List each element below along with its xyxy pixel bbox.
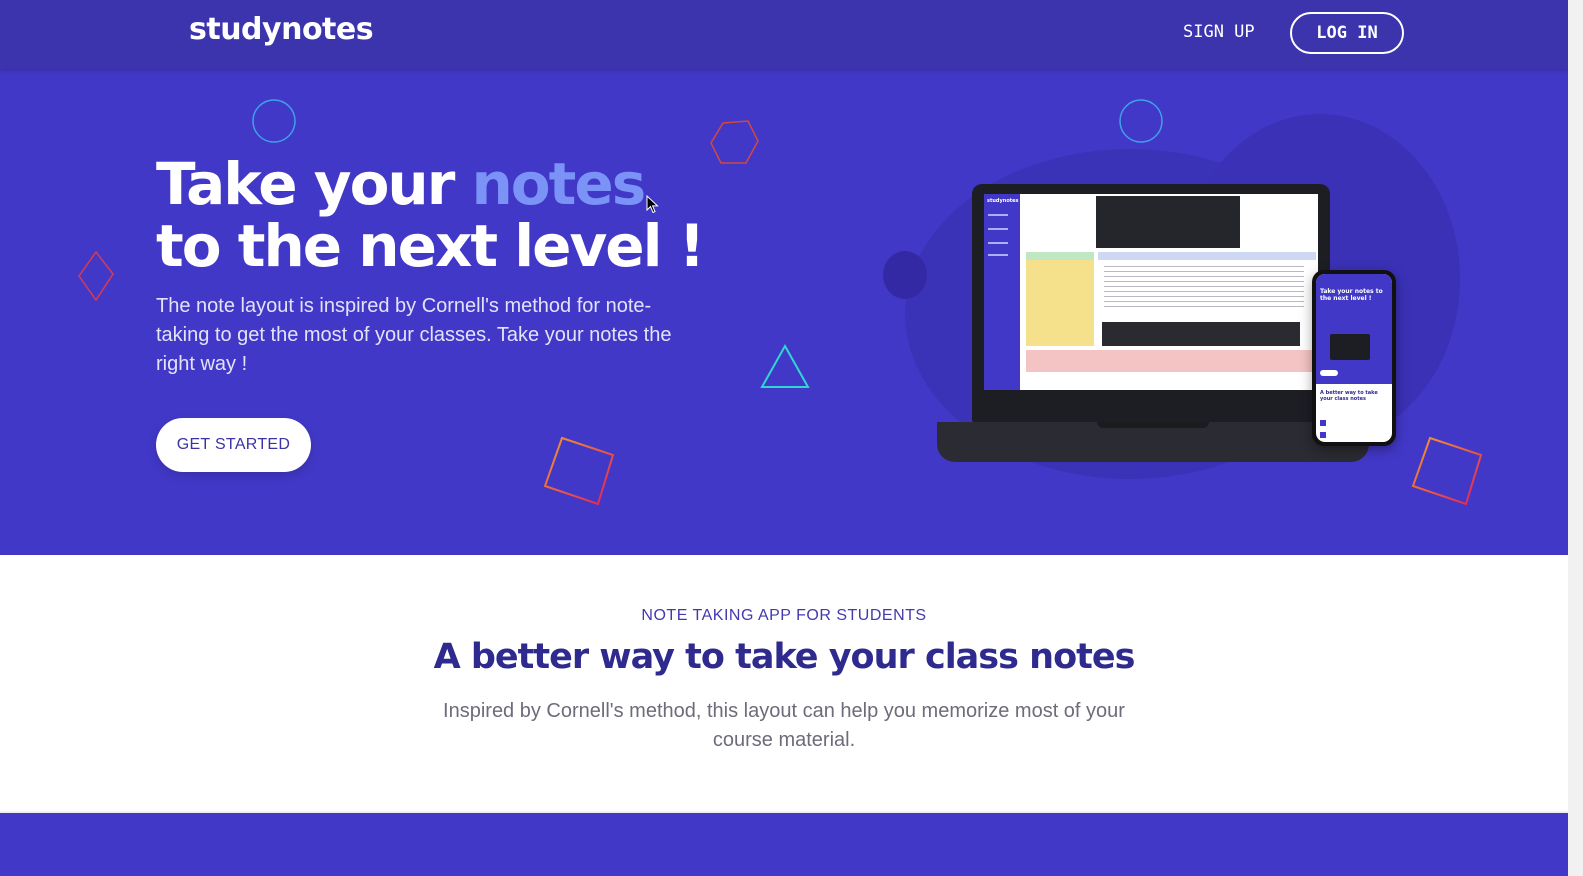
section-eyebrow: NOTE TAKING APP FOR STUDENTS bbox=[641, 607, 927, 624]
phone-feature-item bbox=[1320, 420, 1326, 426]
notes-header bbox=[1098, 252, 1316, 260]
phone-hero: Take your notes to the next level ! bbox=[1316, 274, 1392, 384]
phone-section-title: A better way to take your class notes bbox=[1320, 390, 1378, 402]
app-sidebar-logo: studynotes bbox=[987, 198, 1019, 204]
page: studynotes SIGN UP LOG IN Take your note… bbox=[0, 0, 1568, 876]
phone-mockup: Take your notes to the next level ! A be… bbox=[1312, 270, 1396, 446]
phone-screen: Take your notes to the next level ! A be… bbox=[1316, 274, 1392, 442]
hero-section: Take your notes to the next level ! The … bbox=[0, 69, 1568, 555]
phone-mini-button bbox=[1320, 370, 1338, 376]
video-panel bbox=[1096, 196, 1240, 248]
sidebar-line bbox=[988, 214, 1008, 216]
sidebar-line bbox=[988, 242, 1008, 244]
scrollbar[interactable] bbox=[1568, 0, 1583, 876]
brand-logo[interactable]: studynotes bbox=[189, 12, 374, 47]
mouse-cursor-icon bbox=[646, 195, 659, 214]
phone-feature-item bbox=[1320, 432, 1326, 438]
notes-text bbox=[1104, 266, 1304, 308]
code-block bbox=[1102, 322, 1300, 346]
section-title: A better way to take your class notes bbox=[433, 637, 1136, 677]
laptop-base bbox=[937, 422, 1369, 462]
cue-column-header bbox=[1026, 252, 1094, 260]
section-description: Inspired by Cornell's method, this layou… bbox=[443, 700, 1125, 751]
laptop-mockup: studynotes bbox=[972, 184, 1330, 422]
login-button[interactable]: LOG IN bbox=[1290, 12, 1404, 54]
phone-mini-laptop bbox=[1330, 334, 1370, 360]
sidebar-line bbox=[988, 254, 1008, 256]
summary-section bbox=[1026, 350, 1316, 372]
top-navbar: studynotes SIGN UP LOG IN bbox=[0, 0, 1568, 69]
features-intro-section: NOTE TAKING APP FOR STUDENTS A better wa… bbox=[0, 555, 1568, 813]
cue-column bbox=[1026, 252, 1094, 346]
signup-link[interactable]: SIGN UP bbox=[1183, 22, 1255, 42]
next-section bbox=[0, 810, 1568, 876]
app-sidebar: studynotes bbox=[984, 194, 1020, 390]
phone-hero-title: Take your notes to the next level ! bbox=[1320, 288, 1383, 302]
device-mockup: studynotes Take your notes to the next l… bbox=[0, 69, 1568, 555]
sidebar-line bbox=[988, 228, 1008, 230]
laptop-screen: studynotes bbox=[984, 194, 1318, 390]
